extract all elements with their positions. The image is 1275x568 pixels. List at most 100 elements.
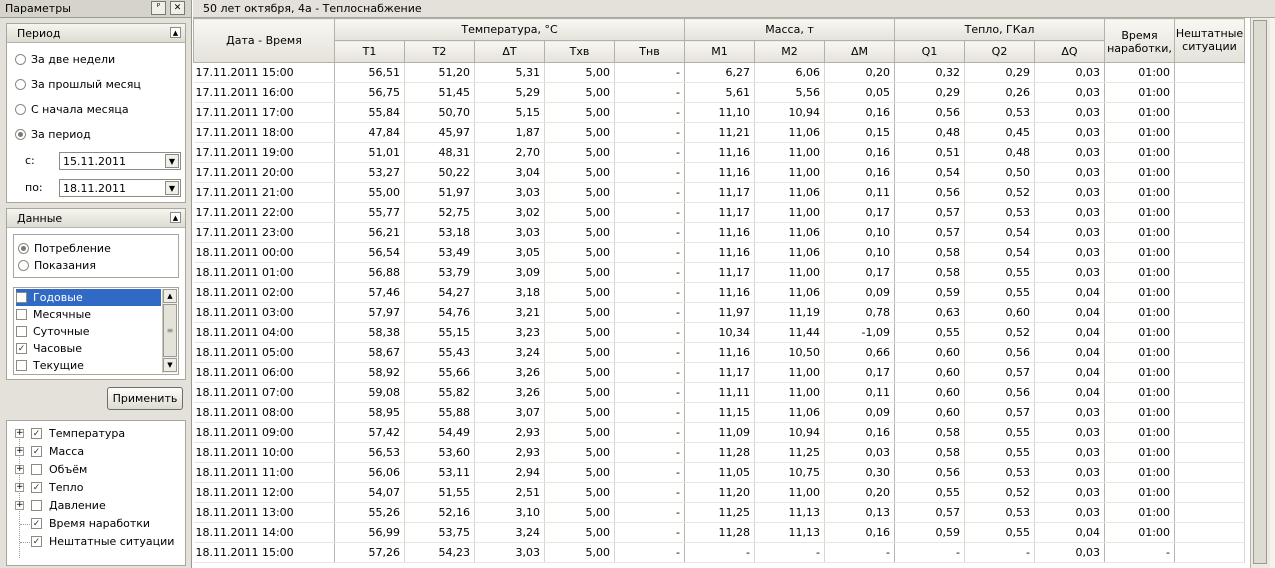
header-column[interactable]: Q2 — [964, 40, 1035, 63]
tree-item[interactable]: ✓ Нештатные ситуации — [7, 533, 183, 551]
header-runtime[interactable]: Время наработки, — [1104, 18, 1175, 63]
header-column[interactable]: ΔM — [824, 40, 895, 63]
table-row[interactable]: 17.11.2011 16:00 56,75 51,45 5,29 5,00-5,61 5… — [193, 82, 1245, 103]
table-row[interactable]: 17.11.2011 19:00 51,01 48,31 2,70 5,00-11,16… — [193, 142, 1245, 163]
table-row[interactable]: 18.11.2011 15:00 57,26 54,23 3,03 5,00- - - - - -… — [193, 542, 1245, 563]
to-date-field[interactable]: 18.11.2011 ▼ — [59, 179, 181, 197]
header-column[interactable]: T2 — [404, 40, 475, 63]
table-row[interactable]: 18.11.2011 01:00 56,88 53,79 3,09 5,00-11,17… — [193, 262, 1245, 283]
chevron-down-icon[interactable]: ▼ — [165, 154, 179, 168]
checkbox-checked-icon[interactable]: ✓ — [31, 428, 42, 439]
table-row[interactable]: 17.11.2011 23:00 56,21 53,18 3,03 5,00-11,16… — [193, 222, 1245, 243]
data-mode-option[interactable]: Показания — [18, 257, 96, 273]
header-emergency[interactable]: Нештатные ситуации — [1174, 18, 1245, 63]
archive-list-item[interactable]: Годовые — [16, 289, 161, 306]
archive-list-scrollbar[interactable]: ▲ ≡ ▼ — [162, 289, 177, 373]
table-row[interactable]: 18.11.2011 02:00 57,46 54,27 3,18 5,00-11,16… — [193, 282, 1245, 303]
checkbox-icon[interactable] — [31, 464, 42, 475]
archive-list-item[interactable]: Текущие — [16, 357, 84, 374]
header-column[interactable]: T1 — [334, 40, 405, 63]
expand-icon[interactable]: + — [15, 483, 24, 492]
table-row[interactable]: 18.11.2011 13:00 55,26 52,16 3,10 5,00-11,25… — [193, 502, 1245, 523]
table-row[interactable]: 18.11.2011 12:00 54,07 51,55 2,51 5,00-11,20… — [193, 482, 1245, 503]
collapse-icon[interactable]: ▲ — [170, 27, 181, 38]
table-row[interactable]: 17.11.2011 17:00 55,84 50,70 5,15 5,00-11,10… — [193, 102, 1245, 123]
from-date-field[interactable]: 15.11.2011 ▼ — [59, 152, 181, 170]
archive-list-item[interactable]: Месячные — [16, 306, 91, 323]
table-scrollbar[interactable] — [1250, 18, 1270, 568]
checkbox-checked-icon[interactable]: ✓ — [16, 343, 27, 354]
expand-icon[interactable]: + — [15, 429, 24, 438]
checkbox-checked-icon[interactable]: ✓ — [31, 446, 42, 457]
table-row[interactable]: 18.11.2011 03:00 57,97 54,76 3,21 5,00-11,97… — [193, 302, 1245, 323]
table-row[interactable]: 17.11.2011 20:00 53,27 50,22 3,04 5,00-11,16… — [193, 162, 1245, 183]
header-column[interactable]: M1 — [684, 40, 755, 63]
tree-item[interactable]: ✓ Время наработки — [7, 515, 183, 533]
apply-button[interactable]: Применить — [107, 387, 183, 410]
chevron-down-icon[interactable]: ▼ — [165, 181, 179, 195]
table-scroll-thumb[interactable] — [1253, 20, 1267, 564]
pin-icon[interactable]: ᴾ — [151, 1, 166, 15]
data-mode-option[interactable]: Потребление — [18, 240, 111, 256]
table-row[interactable]: 17.11.2011 15:00 56,51 51,20 5,31 5,00-6,27 6… — [193, 62, 1245, 83]
checkbox-checked-icon[interactable]: ✓ — [31, 518, 42, 529]
radio-icon[interactable] — [15, 53, 26, 65]
radio-icon[interactable] — [18, 259, 29, 271]
tree-item[interactable]: + Объём — [7, 461, 183, 479]
header-datetime[interactable]: Дата - Время — [193, 18, 335, 63]
radio-checked-icon[interactable] — [18, 242, 29, 254]
radio-icon[interactable] — [15, 78, 26, 90]
period-option[interactable]: За две недели — [15, 51, 115, 67]
table-row[interactable]: 18.11.2011 11:00 56,06 53,11 2,94 5,00-11,05… — [193, 462, 1245, 483]
checkbox-icon[interactable] — [16, 360, 27, 371]
period-group-header[interactable]: Период ▲ — [7, 24, 185, 43]
table-row[interactable]: 18.11.2011 07:00 59,08 55,82 3,26 5,00-11,11… — [193, 382, 1245, 403]
header-column[interactable]: Tнв — [614, 40, 685, 63]
checkbox-icon[interactable] — [16, 326, 27, 337]
radio-checked-icon[interactable] — [15, 128, 26, 140]
tree-item[interactable]: + Давление — [7, 497, 183, 515]
scroll-down-icon[interactable]: ▼ — [163, 358, 177, 372]
archive-list-item[interactable]: ✓ Часовые — [16, 340, 82, 357]
expand-icon[interactable]: + — [15, 501, 24, 510]
table-cell — [1174, 402, 1245, 423]
header-column[interactable]: ΔT — [474, 40, 545, 63]
archive-list-item[interactable]: Суточные — [16, 323, 89, 340]
tree-item[interactable]: + ✓ Масса — [7, 443, 183, 461]
table-row[interactable]: 17.11.2011 22:00 55,77 52,75 3,02 5,00-11,17… — [193, 202, 1245, 223]
table-row[interactable]: 18.11.2011 10:00 56,53 53,60 2,93 5,00-11,28… — [193, 442, 1245, 463]
table-row[interactable]: 18.11.2011 04:00 58,38 55,15 3,23 5,00-10,34… — [193, 322, 1245, 343]
period-option[interactable]: С начала месяца — [15, 101, 129, 117]
expand-icon[interactable]: + — [15, 465, 24, 474]
checkbox-icon[interactable] — [16, 309, 27, 320]
table-row[interactable]: 17.11.2011 21:00 55,00 51,97 3,03 5,00-11,17… — [193, 182, 1245, 203]
header-column[interactable]: Q1 — [894, 40, 965, 63]
table-row[interactable]: 18.11.2011 14:00 56,99 53,75 3,24 5,00-11,28… — [193, 522, 1245, 543]
header-column[interactable]: ΔQ — [1034, 40, 1105, 63]
checkbox-icon[interactable] — [16, 292, 27, 303]
checkbox-icon[interactable] — [31, 500, 42, 511]
period-option[interactable]: За прошлый месяц — [15, 76, 141, 92]
radio-icon[interactable] — [15, 103, 26, 115]
tree-item[interactable]: + ✓ Тепло — [7, 479, 183, 497]
collapse-icon[interactable]: ▲ — [170, 212, 181, 223]
header-column[interactable]: M2 — [754, 40, 825, 63]
expand-icon[interactable]: + — [15, 447, 24, 456]
table-row[interactable]: 18.11.2011 06:00 58,92 55,66 3,26 5,00-11,17… — [193, 362, 1245, 383]
checkbox-checked-icon[interactable]: ✓ — [31, 482, 42, 493]
table-row[interactable]: 18.11.2011 09:00 57,42 54,49 2,93 5,00-11,09… — [193, 422, 1245, 443]
scroll-up-icon[interactable]: ▲ — [163, 289, 177, 303]
scroll-thumb[interactable]: ≡ — [163, 304, 177, 357]
checkbox-checked-icon[interactable]: ✓ — [31, 536, 42, 547]
tree-item[interactable]: + ✓ Температура — [7, 425, 183, 443]
table-row[interactable]: 18.11.2011 08:00 58,95 55,88 3,07 5,00-11,15… — [193, 402, 1245, 423]
archive-list[interactable]: Годовые Месячные Суточные ✓ Часовые Текущие ▲… — [13, 287, 179, 375]
table-row[interactable]: 17.11.2011 18:00 47,84 45,97 1,87 5,00-11,21… — [193, 122, 1245, 143]
period-option[interactable]: За период — [15, 126, 91, 142]
close-icon[interactable]: ✕ — [170, 1, 185, 15]
table-row[interactable]: 18.11.2011 05:00 58,67 55,43 3,24 5,00-11,16… — [193, 342, 1245, 363]
data-group-header[interactable]: Данные ▲ — [7, 209, 185, 228]
table-row[interactable]: 18.11.2011 00:00 56,54 53,49 3,05 5,00-11,16… — [193, 242, 1245, 263]
table-cell: - — [614, 182, 685, 203]
header-column[interactable]: Tхв — [544, 40, 615, 63]
